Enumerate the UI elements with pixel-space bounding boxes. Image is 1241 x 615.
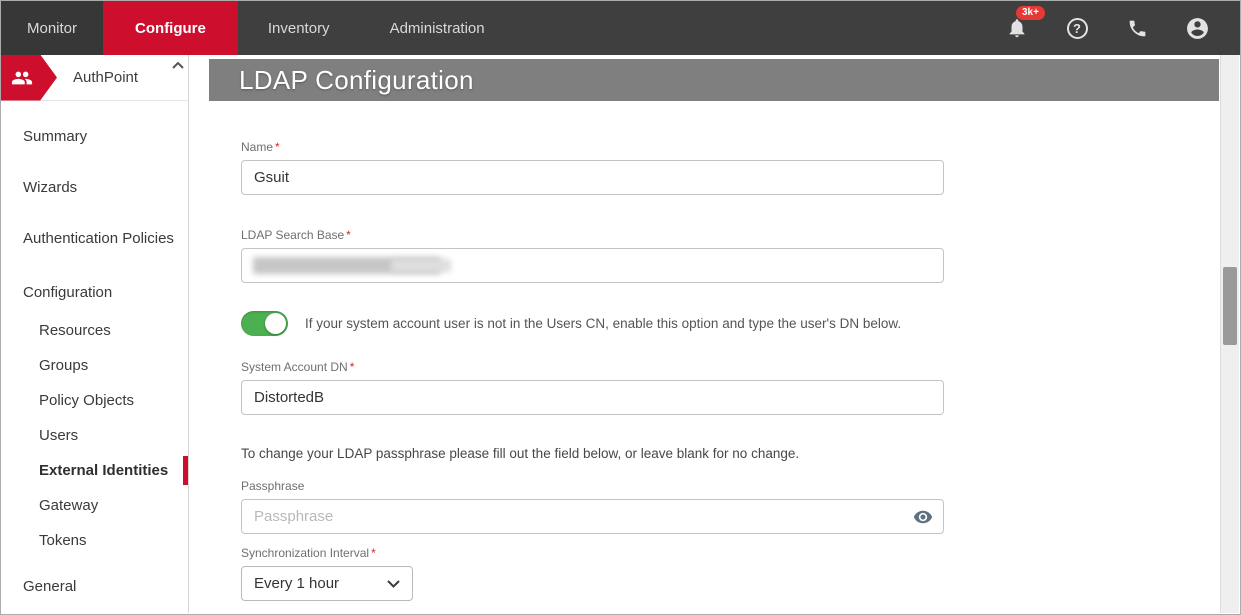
bell-icon [1006, 17, 1028, 39]
support-call-button[interactable] [1124, 15, 1150, 41]
nav-item-monitor[interactable]: Monitor [1, 1, 103, 55]
sync-interval-field-group: Synchronization Interval* Every 1 hour [241, 546, 944, 601]
notification-badge: 3k+ [1016, 6, 1045, 20]
nav-item-configure[interactable]: Configure [103, 1, 238, 55]
authpoint-logo [1, 55, 57, 101]
nav-item-label: Inventory [268, 20, 330, 37]
user-account-icon [1185, 16, 1210, 41]
name-input[interactable] [241, 160, 944, 195]
sync-interval-label: Synchronization Interval* [241, 546, 944, 560]
app-window: Monitor Configure Inventory Administrati… [0, 0, 1241, 615]
sidebar-item-users[interactable]: Users [1, 418, 188, 453]
nav-item-label: Configure [135, 20, 206, 37]
sidebar-item-tokens[interactable]: Tokens [1, 523, 188, 558]
system-account-dn-label: System Account DN* [241, 360, 944, 374]
sidebar-item-summary[interactable]: Summary [1, 111, 188, 162]
top-navigation: Monitor Configure Inventory Administrati… [1, 1, 1240, 55]
required-asterisk: * [275, 140, 280, 154]
system-account-toggle[interactable] [241, 311, 288, 336]
chevron-down-icon [387, 580, 400, 588]
main-content: LDAP Configuration Name* LDAP Search Bas… [190, 55, 1219, 613]
ldap-search-base-label: LDAP Search Base* [241, 228, 944, 242]
passphrase-field-group: Passphrase [241, 479, 944, 534]
passphrase-label: Passphrase [241, 479, 944, 493]
name-label: Name* [241, 140, 944, 154]
sync-interval-select[interactable]: Every 1 hour [241, 566, 413, 601]
toggle-knob [265, 313, 286, 334]
sidebar-item-groups[interactable]: Groups [1, 348, 188, 383]
page-header-bar: LDAP Configuration [209, 59, 1219, 101]
passphrase-note: To change your LDAP passphrase please fi… [241, 446, 944, 461]
show-passphrase-button[interactable] [913, 507, 933, 527]
ldap-configuration-form: Name* LDAP Search Base* If your syst [241, 140, 944, 601]
required-asterisk: * [371, 546, 376, 560]
nav-item-label: Monitor [27, 20, 77, 37]
nav-item-label: Administration [390, 20, 485, 37]
account-button[interactable] [1184, 15, 1210, 41]
eye-icon [913, 507, 933, 527]
sidebar-item-gateway[interactable]: Gateway [1, 488, 188, 523]
sidebar-brand-row: AuthPoint [1, 55, 188, 101]
ldap-search-base-field-group: LDAP Search Base* [241, 228, 944, 283]
required-asterisk: * [346, 228, 351, 242]
phone-icon [1127, 18, 1148, 39]
nav-item-administration[interactable]: Administration [360, 1, 515, 55]
sidebar-item-policy-objects[interactable]: Policy Objects [1, 383, 188, 418]
help-button[interactable]: ? [1064, 15, 1090, 41]
page-title: LDAP Configuration [239, 65, 474, 96]
sidebar-item-resources[interactable]: Resources [1, 313, 188, 348]
scrollbar-thumb[interactable] [1223, 267, 1237, 345]
system-account-dn-field-group: System Account DN* [241, 360, 944, 415]
redacted-value [391, 259, 451, 272]
name-field-group: Name* [241, 140, 944, 195]
required-asterisk: * [350, 360, 355, 374]
sidebar-item-configuration[interactable]: Configuration [1, 264, 188, 313]
sidebar: AuthPoint Summary Wizards Authentication… [1, 55, 189, 613]
sync-interval-value: Every 1 hour [254, 575, 339, 592]
people-icon [10, 67, 34, 89]
sidebar-item-general[interactable]: General [1, 558, 188, 607]
brand-name: AuthPoint [73, 69, 138, 86]
sidebar-item-wizards[interactable]: Wizards [1, 162, 188, 213]
nav-icons-group: 3k+ ? [1004, 1, 1240, 55]
system-account-dn-input[interactable] [241, 380, 944, 415]
sidebar-scroll-up-arrow[interactable] [171, 58, 185, 72]
toggle-description: If your system account user is not in th… [305, 316, 901, 331]
system-account-toggle-row: If your system account user is not in th… [241, 311, 944, 336]
vertical-scrollbar[interactable] [1220, 55, 1239, 613]
sidebar-item-external-identities[interactable]: External Identities [1, 453, 188, 488]
nav-item-inventory[interactable]: Inventory [238, 1, 360, 55]
notifications-button[interactable]: 3k+ [1004, 15, 1030, 41]
help-icon: ? [1067, 18, 1088, 39]
passphrase-input[interactable] [241, 499, 944, 534]
sidebar-item-authentication-policies[interactable]: Authentication Policies [1, 213, 188, 264]
sidebar-menu: Summary Wizards Authentication Policies … [1, 101, 188, 607]
